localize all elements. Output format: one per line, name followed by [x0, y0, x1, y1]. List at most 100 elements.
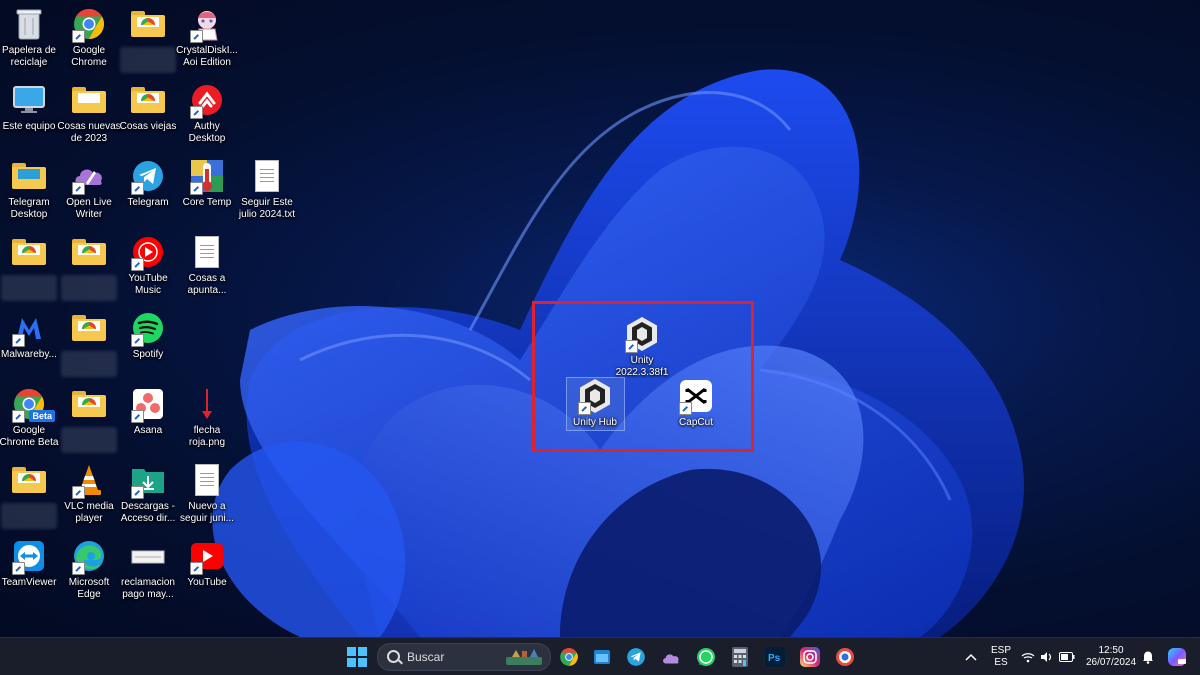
taskbar: Ps ESP ES 12:50 26/07/2024: [0, 637, 1200, 675]
blurred-label: [120, 47, 176, 73]
flecha-roja-label: flecha roja.png: [188, 425, 226, 448]
telegram-desktop-label: Telegram Desktop: [8, 197, 50, 220]
blurred-label: [61, 427, 117, 453]
chrome-beta-icon[interactable]: Beta Google Chrome Beta: [0, 382, 58, 456]
unity-hub-logo-icon: [577, 378, 613, 415]
taskbar-calculator-button[interactable]: [728, 645, 752, 669]
unity-hub-icon[interactable]: Unity Hub: [566, 374, 624, 448]
chevron-up-icon: [965, 653, 977, 661]
thermometer-icon: [189, 158, 225, 195]
vlc-icon[interactable]: VLC media player: [60, 458, 118, 532]
blurred-label: [1, 503, 57, 529]
taskbar-chrome-button[interactable]: [557, 645, 581, 669]
shortcut-arrow-icon: [190, 182, 203, 195]
seguir-este-label: Seguir Este julio 2024.txt: [238, 197, 296, 220]
taskbar-app-button[interactable]: [833, 645, 857, 669]
cosas-apunta-icon[interactable]: Cosas a apunta...: [178, 230, 236, 304]
battery-status[interactable]: [1058, 645, 1076, 669]
taskbar-photoshop-button[interactable]: Ps: [763, 645, 787, 669]
telegram-desktop-folder-icon[interactable]: Telegram Desktop: [0, 154, 58, 228]
youtube-music-icon[interactable]: YouTube Music: [119, 230, 177, 304]
blurred-folder-6-icon[interactable]: [119, 2, 177, 76]
authy-icon[interactable]: Authy Desktop: [178, 78, 236, 152]
microsoft-edge-icon[interactable]: Microsoft Edge: [60, 534, 118, 608]
blurred-label: [61, 275, 117, 301]
beta-badge: Beta: [29, 410, 55, 422]
asana-icon[interactable]: Asana: [119, 382, 177, 456]
taskbar-instagram-button[interactable]: [798, 645, 822, 669]
clock-date: 26/07/2024: [1085, 657, 1137, 668]
show-hidden-icons-button[interactable]: [959, 645, 983, 669]
nuevo-a-seguir-icon[interactable]: Nuevo a seguir juni...: [178, 458, 236, 532]
vlc-cone-icon: [71, 462, 107, 499]
keyboard-code: ES: [994, 657, 1008, 668]
text-file-icon: [189, 462, 225, 498]
start-button[interactable]: [345, 645, 369, 669]
open-live-writer-icon[interactable]: Open Live Writer: [60, 154, 118, 228]
desktop[interactable]: Papelera de reciclaje Este equipo Telegr…: [0, 0, 1200, 637]
telegram-logo-icon: [130, 158, 166, 195]
unity-hub-label: Unity Hub: [573, 417, 617, 428]
youtube-icon[interactable]: YouTube: [178, 534, 236, 608]
teamviewer-icon[interactable]: TeamViewer: [0, 534, 58, 608]
reclamacion-icon[interactable]: reclamacion pago may...: [119, 534, 177, 608]
telegram-logo-icon: [627, 648, 645, 666]
volume-status[interactable]: [1039, 645, 1055, 669]
seguir-este-icon[interactable]: Seguir Este julio 2024.txt: [238, 154, 296, 228]
copilot-button[interactable]: [1165, 645, 1189, 669]
este-equipo-icon[interactable]: Este equipo: [0, 78, 58, 152]
google-chrome-icon[interactable]: Google Chrome: [60, 2, 118, 76]
downloads-folder-icon: [130, 462, 166, 499]
whatsapp-logo-icon: [697, 648, 715, 666]
shortcut-arrow-icon: [72, 30, 85, 43]
taskbar-live-writer-button[interactable]: [659, 645, 683, 669]
notifications-button[interactable]: [1140, 645, 1156, 669]
cosas-apunta-label: Cosas a apunta...: [187, 273, 227, 296]
blurred-folder-5-icon[interactable]: [60, 382, 118, 456]
monitor-icon: [11, 82, 47, 118]
taskbar-whatsapp-button[interactable]: [694, 645, 718, 669]
shortcut-arrow-icon: [190, 562, 203, 575]
blurred-folder-3-icon[interactable]: [60, 230, 118, 304]
network-status[interactable]: [1020, 645, 1036, 669]
malwarebytes-icon[interactable]: Malwareby...: [0, 306, 58, 380]
text-file-icon: [249, 158, 285, 194]
language-indicator[interactable]: ESP ES: [990, 645, 1012, 669]
taskbar-search[interactable]: Buscar: [377, 643, 551, 671]
youtube-logo-icon: [189, 538, 225, 575]
bell-icon: [1143, 651, 1153, 664]
blurred-folder-4-icon[interactable]: [60, 306, 118, 380]
descargas-icon[interactable]: Descargas - Acceso dir...: [119, 458, 177, 532]
shortcut-arrow-icon: [131, 182, 144, 195]
crystaldiskinfo-icon[interactable]: CrystalDiskI... Aoi Edition: [176, 2, 238, 76]
clock[interactable]: 12:50 26/07/2024: [1082, 645, 1140, 669]
core-temp-label: Core Temp: [182, 197, 232, 208]
chrome-beta-label: Google Chrome Beta: [0, 425, 59, 448]
folder-icon: [130, 6, 166, 42]
taskbar-telegram-button[interactable]: [624, 645, 648, 669]
flecha-roja-icon[interactable]: flecha roja.png: [178, 382, 236, 456]
taskbar-explorer-button[interactable]: [590, 645, 614, 669]
recycle-bin-icon[interactable]: Papelera de reciclaje: [0, 2, 58, 76]
crystaldiskinfo-label: CrystalDiskI... Aoi Edition: [176, 45, 238, 68]
cosas-nuevas-folder-icon[interactable]: Cosas nuevas de 2023: [57, 78, 121, 152]
text-file-icon: [189, 234, 225, 270]
red-arrow-icon: [189, 386, 225, 422]
malwarebytes-label: Malwareby...: [1, 349, 57, 360]
photoshop-logo-icon: Ps: [765, 647, 785, 667]
open-live-writer-label: Open Live Writer: [66, 197, 112, 220]
shortcut-arrow-icon: [131, 258, 144, 271]
blurred-folder-1-icon[interactable]: [0, 230, 58, 304]
telegram-icon[interactable]: Telegram: [119, 154, 177, 228]
recycle-bin-label: Papelera de reciclaje: [2, 45, 56, 68]
capcut-icon[interactable]: CapCut: [667, 374, 725, 448]
spotify-icon[interactable]: Spotify: [119, 306, 177, 380]
core-temp-icon[interactable]: Core Temp: [178, 154, 236, 228]
edge-logo-icon: [71, 538, 107, 575]
shortcut-arrow-icon: [72, 182, 85, 195]
calculator-icon: [732, 647, 748, 667]
cosas-viejas-folder-icon[interactable]: Cosas viejas: [119, 78, 177, 152]
blurred-folder-2-icon[interactable]: [0, 458, 58, 532]
authy-label: Authy Desktop: [188, 121, 226, 144]
youtube-music-logo-icon: [130, 234, 166, 271]
